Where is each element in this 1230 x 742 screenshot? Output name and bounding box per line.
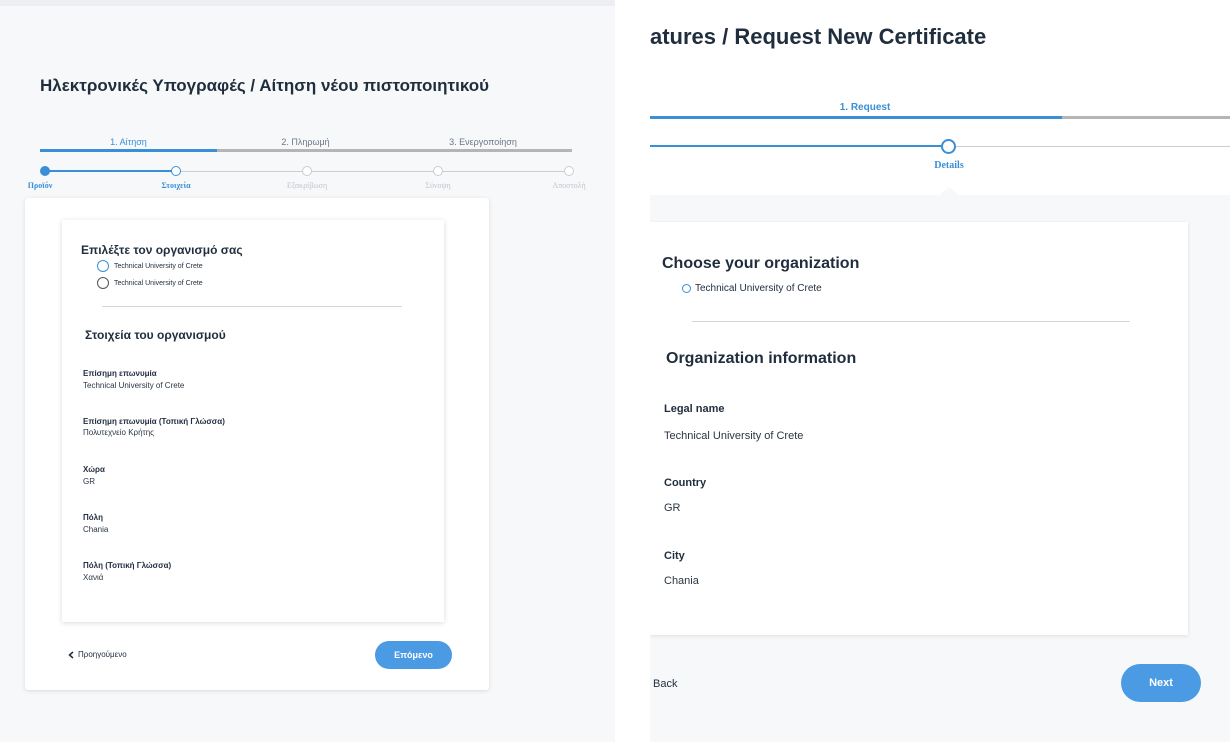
legal-name-label: Legal name — [664, 403, 725, 415]
substep-summary-label: Σύνοψη — [425, 181, 451, 190]
back-button-label: Προηγούμενο — [78, 650, 127, 659]
radio-checked-icon[interactable] — [682, 284, 691, 293]
choose-organization-title: Επιλέξτε τον οργανισμό σας — [81, 243, 243, 257]
org-option-label: Technical University of Crete — [114, 262, 203, 270]
substep-submit-label: Αποστολή — [552, 181, 586, 190]
back-button[interactable]: Back — [653, 678, 677, 690]
tabs-progress-bar — [40, 149, 572, 152]
org-option-label: Technical University of Crete — [695, 283, 822, 294]
section-divider — [692, 321, 1130, 322]
substep-details-label: Στοιχεία — [161, 181, 191, 190]
tab-request[interactable]: 1. Request — [750, 102, 980, 113]
city-local-label: Πόλη (Τοπική Γλώσσα) — [83, 561, 172, 570]
country-label: Χώρα — [83, 465, 105, 474]
substep-details-dot — [941, 139, 956, 154]
org-option-2[interactable]: Technical University of Crete — [97, 277, 203, 289]
back-button[interactable]: Προηγούμενο — [68, 650, 127, 659]
substep-details-dot — [171, 166, 181, 176]
caret-up-icon — [937, 187, 961, 197]
next-button[interactable]: Next — [1121, 664, 1201, 702]
organization-info-title: Organization information — [666, 350, 857, 367]
country-label: Country — [664, 477, 707, 489]
city-value: Chania — [664, 575, 699, 587]
chevron-left-icon — [68, 650, 74, 659]
substep-submit-dot — [564, 166, 574, 176]
country-value: GR — [83, 477, 95, 486]
organization-info-title: Στοιχεία του οργανισμού — [85, 328, 226, 342]
org-option-1[interactable]: Technical University of Crete — [97, 260, 203, 272]
city-value: Chania — [83, 525, 109, 534]
organization-card: Επιλέξτε τον οργανισμό σας Technical Uni… — [62, 220, 444, 622]
city-local-value: Χανιά — [83, 573, 104, 582]
org-option-1[interactable]: Technical University of Crete — [682, 283, 822, 294]
substep-product-dot — [40, 166, 50, 176]
next-button[interactable]: Επόμενο — [375, 641, 452, 669]
radio-checked-icon[interactable] — [97, 260, 109, 272]
section-divider — [102, 306, 402, 307]
substep-verification-label: Εξακρίβωση — [286, 181, 328, 190]
substep-verification-dot — [302, 166, 312, 176]
screenshot-separator — [615, 0, 650, 742]
organization-card: Choose your organization Technical Unive… — [650, 222, 1188, 635]
legal-name-value: Technical University of Crete — [664, 430, 804, 442]
country-value: GR — [664, 502, 681, 514]
org-option-label: Technical University of Crete — [114, 279, 203, 287]
city-label: Πόλη — [83, 513, 103, 522]
tab-activation[interactable]: 3. Ενεργοποίηση — [394, 137, 572, 147]
legal-name-local-label: Επίσημη επωνυμία (Τοπική Γλώσσα) — [83, 417, 225, 426]
city-label: City — [664, 550, 685, 562]
substep-summary-dot — [433, 166, 443, 176]
legal-name-label: Επίσημη επωνυμία — [83, 369, 157, 378]
substep-product-label: Προϊόν — [27, 181, 53, 190]
right-panel: atures / Request New Certificate 1. Requ… — [650, 0, 1230, 742]
left-panel: Ηλεκτρονικές Υπογραφές / Αίτηση νέου πισ… — [0, 0, 615, 742]
page-title: atures / Request New Certificate — [650, 24, 987, 49]
tab-request[interactable]: 1. Αίτηση — [40, 137, 217, 147]
page-title: Ηλεκτρονικές Υπογραφές / Αίτηση νέου πισ… — [40, 76, 490, 95]
choose-organization-title: Choose your organization — [662, 255, 860, 272]
tab-payment[interactable]: 2. Πληρωμή — [217, 137, 394, 147]
radio-unchecked-icon[interactable] — [97, 277, 109, 289]
tabs-progress-bar — [650, 116, 1230, 119]
substep-details-label: Details — [934, 160, 964, 171]
legal-name-value: Technical University of Crete — [83, 381, 185, 390]
legal-name-local-value: Πολυτεχνείο Κρήτης — [83, 428, 154, 437]
